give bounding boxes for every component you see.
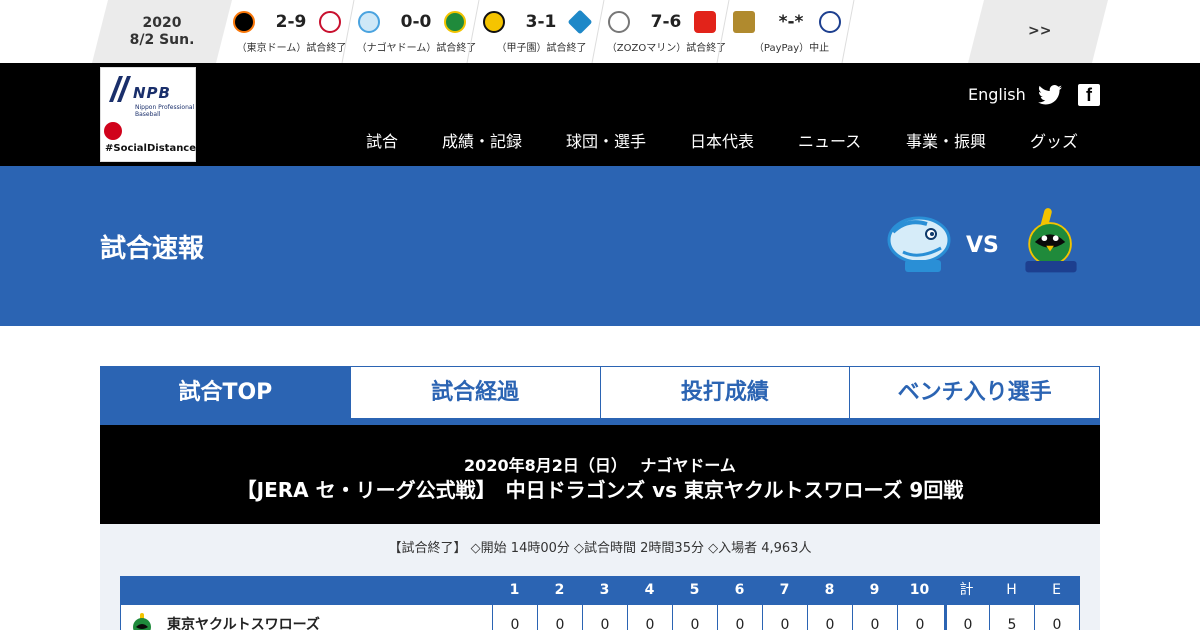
inning-score: 0 <box>807 605 852 630</box>
tab-game-progress[interactable]: 試合経過 <box>350 367 601 418</box>
dragons-logo-icon[interactable] <box>883 208 953 280</box>
ticker-divider <box>591 0 605 63</box>
ticker-game[interactable]: 3-1 （甲子園）試合終了 <box>479 0 604 63</box>
table-row: 東京ヤクルトスワローズ 0 0 0 0 0 0 0 0 0 0 0 5 0 <box>120 604 1080 630</box>
english-link[interactable]: English <box>968 85 1026 104</box>
ticker-note: （甲子園）試合終了 <box>496 43 587 54</box>
inning-header: 8 <box>824 582 835 598</box>
ticker-divider <box>841 0 855 63</box>
inning-score: 0 <box>852 605 897 630</box>
ticker-score: 7-6 <box>650 12 682 32</box>
ticker-divider <box>341 0 355 63</box>
nav-item-news[interactable]: ニュース <box>798 128 861 152</box>
ticker-divider <box>466 0 480 63</box>
facebook-icon[interactable]: f <box>1078 84 1100 106</box>
inning-header: 6 <box>734 582 745 598</box>
game-date-venue: 2020年8月2日（日） ナゴヤドーム <box>464 456 736 475</box>
inning-header: 10 <box>909 582 930 598</box>
inning-score: 0 <box>537 605 582 630</box>
eagles-logo-icon <box>733 11 755 33</box>
npb-logo-text: NPB <box>133 84 171 102</box>
inning-score: 0 <box>672 605 717 630</box>
team-name[interactable]: 東京ヤクルトスワローズ <box>167 605 320 630</box>
inning-header: 4 <box>644 582 655 598</box>
game-status: 【試合終了】 ◇開始 14時00分 ◇試合時間 2時間35分 ◇入場者 4,96… <box>388 541 812 556</box>
nav-item-games[interactable]: 試合 <box>366 128 398 152</box>
ticker-note: （PayPay）中止 <box>753 43 830 54</box>
ticker-game[interactable]: 0-0 （ナゴヤドーム）試合終了 <box>354 0 479 63</box>
hits-header: H <box>1006 582 1017 598</box>
tab-game-top[interactable]: 試合TOP <box>101 367 351 418</box>
swallows-logo-icon[interactable] <box>1016 206 1086 278</box>
marines-logo-icon <box>608 11 630 33</box>
game-header: 2020年8月2日（日） ナゴヤドーム 【JERA セ・リーグ公式戦】 中日ドラ… <box>100 425 1100 524</box>
inning-header: 9 <box>869 582 880 598</box>
main-nav: 試合 成績・記録 球団・選手 日本代表 ニュース 事業・振興 グッズ <box>0 128 1200 152</box>
total-errors: 0 <box>1034 605 1079 630</box>
score-ticker: 2020 8/2 Sun. 2-9 （東京ドーム）試合終了 0-0 （ナゴヤドー… <box>0 0 1200 63</box>
ticker-score: 3-1 <box>525 12 557 32</box>
nav-item-teams[interactable]: 球団・選手 <box>566 128 646 152</box>
ticker-year: 2020 <box>142 15 182 31</box>
total-runs: 0 <box>944 605 989 630</box>
errors-header: E <box>1052 582 1061 598</box>
tab-box-score[interactable]: 投打成績 <box>600 367 851 418</box>
inning-score: 0 <box>627 605 672 630</box>
baystars-logo-icon <box>567 9 593 35</box>
inning-header: 2 <box>554 582 565 598</box>
lions-logo-icon <box>819 11 841 33</box>
tigers-logo-icon <box>483 11 505 33</box>
game-tabs: 試合TOP 試合経過 投打成績 ベンチ入り選手 <box>100 366 1100 419</box>
nav-item-national-team[interactable]: 日本代表 <box>690 128 754 152</box>
carp-logo-icon <box>319 11 341 33</box>
ticker-more-button[interactable]: >> <box>968 0 1108 63</box>
giants-logo-icon <box>233 11 255 33</box>
ticker-note: （ZOZOマリン）試合終了 <box>606 43 727 54</box>
ticker-score: 2-9 <box>275 12 307 32</box>
inning-header: 7 <box>779 582 790 598</box>
hero-banner: 試合速報 VS <box>0 166 1200 326</box>
nav-item-business[interactable]: 事業・振興 <box>906 128 986 152</box>
nav-item-goods[interactable]: グッズ <box>1030 128 1078 152</box>
scoreboard-header: 1 2 3 4 5 6 7 8 9 10 計 H E <box>120 576 1080 604</box>
ticker-score: 0-0 <box>400 12 432 32</box>
site-header: NPB Nippon Professional Baseball #Social… <box>0 63 1200 166</box>
inning-score: 0 <box>492 605 537 630</box>
dragons-logo-icon <box>358 11 380 33</box>
ticker-game[interactable]: 2-9 （東京ドーム）試合終了 <box>229 0 354 63</box>
swallows-logo-icon <box>133 613 151 630</box>
twitter-icon[interactable] <box>1038 85 1062 105</box>
inning-score: 0 <box>582 605 627 630</box>
ticker-note: （東京ドーム）試合終了 <box>236 43 347 54</box>
npb-logo-subtext: Nippon Professional Baseball <box>135 104 195 118</box>
inning-header: 1 <box>509 582 520 598</box>
ticker-divider <box>716 0 730 63</box>
versus-label: VS <box>966 233 999 258</box>
ticker-note: （ナゴヤドーム）試合終了 <box>356 43 477 54</box>
hawks-logo-icon <box>694 11 716 33</box>
inning-score: 0 <box>897 605 942 630</box>
nav-item-stats[interactable]: 成績・記録 <box>442 128 522 152</box>
inning-header: 5 <box>689 582 700 598</box>
total-runs-header: 計 <box>959 582 974 598</box>
game-title: 【JERA セ・リーグ公式戦】 中日ドラゴンズ vs 東京ヤクルトスワローズ 9… <box>236 478 964 502</box>
inning-header: 3 <box>599 582 610 598</box>
game-summary: 【試合終了】 ◇開始 14時00分 ◇試合時間 2時間35分 ◇入場者 4,96… <box>100 524 1100 630</box>
page-title: 試合速報 <box>100 234 205 264</box>
npb-mark-icon <box>109 76 131 102</box>
total-hits: 5 <box>989 605 1034 630</box>
inning-score: 0 <box>717 605 762 630</box>
tab-bench-players[interactable]: ベンチ入り選手 <box>850 367 1099 418</box>
ticker-game[interactable]: *-* （PayPay）中止 <box>729 0 854 63</box>
ticker-score: *-* <box>778 12 804 32</box>
ticker-more-label: >> <box>1028 23 1052 39</box>
ticker-date: 2020 8/2 Sun. <box>92 0 232 63</box>
ticker-game[interactable]: 7-6 （ZOZOマリン）試合終了 <box>604 0 729 63</box>
swallows-logo-icon <box>444 11 466 33</box>
inning-score: 0 <box>762 605 807 630</box>
ticker-day: 8/2 Sun. <box>129 32 195 48</box>
